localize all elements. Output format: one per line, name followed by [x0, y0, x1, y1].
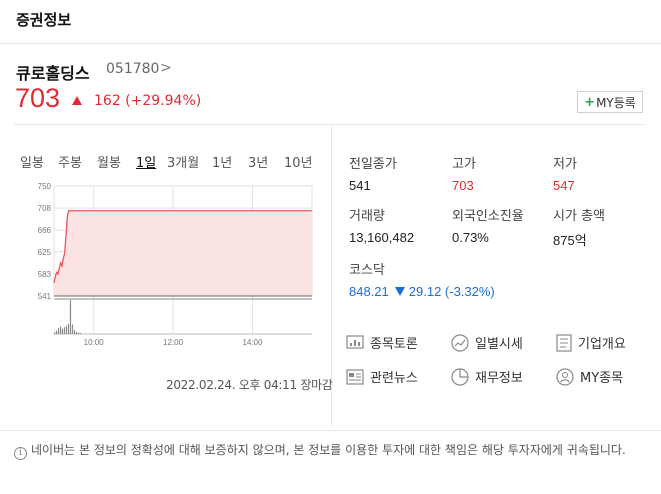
tab-3year[interactable]: 3년: [248, 152, 268, 171]
link-label: 종목토론: [370, 337, 418, 352]
stat-volume: 거래량 13,160,482: [349, 205, 414, 245]
intraday-chart: 750 708 666 625 583 541 10:00 12:00 14:00: [38, 182, 313, 347]
my-register-label: MY등록: [596, 95, 636, 110]
stat-foreign-ratio: 외국인소진율 0.73%: [452, 205, 524, 245]
stat-value: 875억: [553, 233, 587, 248]
link-label: 기업개요: [578, 337, 626, 352]
link-forum[interactable]: 종목토론: [346, 333, 418, 352]
volume-bar: [71, 324, 74, 334]
volume-bar: [73, 329, 76, 334]
link-label: 관련뉴스: [370, 371, 418, 386]
trend-icon: [451, 333, 469, 352]
volume-bar: [55, 330, 58, 334]
volume-bar: [57, 327, 60, 334]
panel-divider: [14, 124, 645, 125]
y-tick-label: 750: [38, 182, 52, 191]
link-related-news[interactable]: 관련뉴스: [346, 367, 418, 386]
stock-code[interactable]: 051780: [106, 61, 159, 77]
volume-bar: [75, 331, 78, 334]
panel-divider: [0, 430, 661, 431]
down-triangle-icon: [394, 287, 405, 296]
up-triangle-icon: [72, 96, 82, 105]
y-tick-label: 541: [38, 292, 52, 301]
tab-1year[interactable]: 1년: [212, 152, 232, 171]
volume-bar: [69, 300, 72, 334]
volume-bar: [65, 325, 68, 334]
price-area: [54, 210, 312, 296]
x-tick-label: 14:00: [242, 338, 263, 347]
y-tick-label: 708: [38, 204, 52, 213]
current-price: 703: [15, 83, 61, 113]
stat-label: 외국인소진율: [452, 209, 524, 224]
header-title: 증권정보: [16, 11, 72, 29]
stat-label: 저가: [553, 157, 577, 172]
x-tick-label: 10:00: [84, 338, 105, 347]
stat-label: 코스닥: [349, 263, 385, 278]
stat-low: 저가 547: [553, 153, 577, 193]
link-company-overview[interactable]: 기업개요: [556, 333, 626, 352]
link-my-stock[interactable]: MY종목: [556, 367, 623, 386]
link-daily-price[interactable]: 일별시세: [451, 333, 523, 352]
stat-label: 거래량: [349, 209, 385, 224]
stat-value: 13,160,482: [349, 230, 415, 245]
info-icon: i: [14, 447, 27, 460]
y-tick-label: 666: [38, 226, 52, 235]
tab-3month[interactable]: 3개월: [167, 152, 199, 171]
news-icon: [346, 368, 364, 385]
tab-10year[interactable]: 10년: [284, 152, 313, 171]
stat-value: 541: [349, 178, 371, 193]
pie-chart-icon: [451, 367, 469, 386]
plus-icon: +: [584, 94, 596, 110]
tab-monthly-candle[interactable]: 월봉: [97, 152, 121, 171]
stat-value: 547: [553, 178, 575, 193]
volume-bar: [77, 332, 80, 334]
y-tick-label: 625: [38, 248, 52, 257]
user-icon: [556, 367, 574, 386]
timestamp: 2022.02.24. 오후 04:11 장마감: [166, 378, 333, 392]
period-tabs: 일봉 주봉 월봉 1일 3개월 1년 3년 10년: [14, 152, 319, 172]
stat-high: 고가 703: [452, 153, 476, 193]
y-tick-label: 583: [38, 270, 52, 279]
stat-label: 고가: [452, 157, 476, 172]
kosdaq-change: 29.12 (-3.32%): [408, 284, 495, 299]
volume-bar: [79, 332, 81, 334]
stat-label: 시가 총액: [553, 209, 605, 224]
disclaimer-text: 네이버는 본 정보의 정확성에 대해 보증하지 않으며, 본 정보를 이용한 투…: [31, 443, 626, 457]
stat-value: 0.73%: [452, 230, 489, 245]
link-label: 재무정보: [475, 371, 523, 386]
volume-bar: [54, 332, 56, 334]
stat-prev-close: 전일종가 541: [349, 153, 397, 193]
tab-weekly-candle[interactable]: 주봉: [58, 152, 82, 171]
my-register-button[interactable]: + MY등록: [577, 91, 643, 113]
document-icon: [556, 333, 572, 352]
stat-kosdaq[interactable]: 코스닥 848.21 29.12 (-3.32%): [349, 259, 495, 299]
chevron-right-icon[interactable]: >: [160, 60, 172, 76]
header: 증권정보: [0, 0, 661, 44]
tab-daily-candle[interactable]: 일봉: [20, 152, 44, 171]
stat-label: 전일종가: [349, 157, 397, 172]
stock-name[interactable]: 큐로홀딩스: [16, 60, 90, 84]
volume-bar: [59, 326, 62, 334]
disclaimer-notice: i 네이버는 본 정보의 정확성에 대해 보증하지 않으며, 본 정보를 이용한 …: [14, 441, 654, 460]
stat-value: 703: [452, 178, 474, 193]
kosdaq-index: 848.21: [349, 284, 389, 299]
x-tick-label: 12:00: [163, 338, 184, 347]
link-label: 일별시세: [475, 337, 523, 352]
volume-bar: [67, 323, 70, 334]
price-change: 162 (+29.94%): [94, 93, 202, 109]
tab-1day[interactable]: 1일: [136, 152, 156, 171]
stat-market-cap: 시가 총액 875억: [553, 205, 605, 249]
kosdaq-value: 848.21 29.12 (-3.32%): [349, 284, 495, 299]
volume-bar: [63, 327, 66, 334]
link-label: MY종목: [580, 371, 624, 386]
forum-icon: [346, 334, 364, 349]
link-financial-info[interactable]: 재무정보: [451, 367, 523, 386]
volume-bar: [61, 328, 64, 334]
